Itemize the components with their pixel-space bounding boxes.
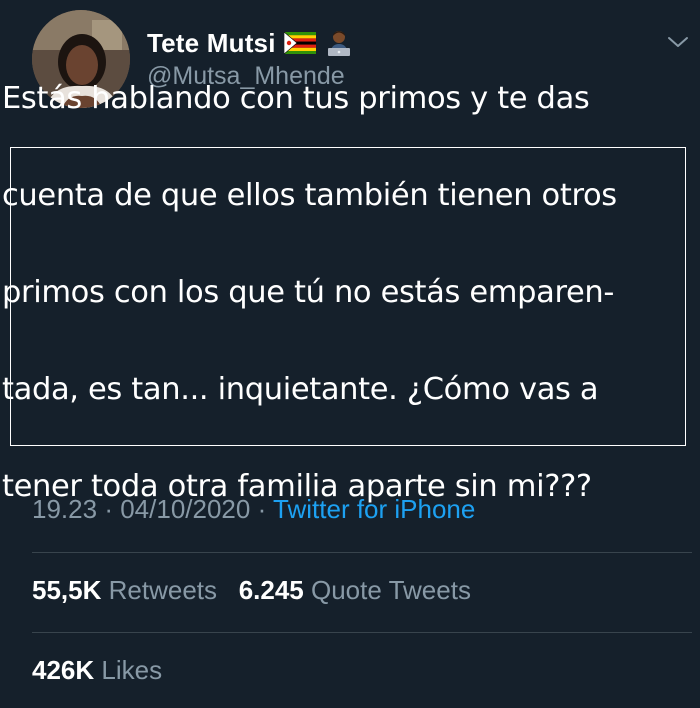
likes-count: 426K	[32, 655, 95, 685]
meta-separator: ·	[104, 494, 113, 524]
likes-label: Likes	[101, 655, 163, 685]
meta-separator: ·	[257, 494, 267, 524]
quote-tweets-count: 6.245	[238, 575, 304, 605]
engagement-stats: 55,5K Retweets 6.245 Quote Tweets	[32, 575, 471, 606]
retweets-count: 55,5K	[32, 575, 102, 605]
tweet-text: Estás hablando con tus primos y te das c…	[2, 26, 692, 560]
retweets-label: Retweets	[108, 575, 218, 605]
tweet-source-link[interactable]: Twitter for iPhone	[273, 494, 475, 524]
quote-tweets-stat[interactable]: 6.245 Quote Tweets	[239, 575, 471, 605]
tweet-text-line: tada, es tan... inquietante. ¿Cómo vas a	[2, 371, 599, 407]
tweet-time[interactable]: 19.23	[32, 494, 97, 524]
tweet-text-line: primos con los que tú no estás emparen-	[2, 274, 615, 310]
tweet-text-line: cuenta de que ellos también tienen otros	[2, 177, 617, 213]
likes-stat[interactable]: 426K Likes	[32, 655, 162, 685]
retweets-stat[interactable]: 55,5K Retweets	[32, 575, 217, 605]
tweet-text-line: Estás hablando con tus primos y te das	[2, 80, 590, 116]
divider	[32, 552, 692, 553]
tweet-meta: 19.23 · 04/10/2020 · Twitter for iPhone	[32, 494, 475, 525]
divider	[32, 632, 692, 633]
likes-stats: 426K Likes	[32, 655, 162, 686]
tweet-date[interactable]: 04/10/2020	[120, 494, 250, 524]
quote-tweets-label: Quote Tweets	[311, 575, 471, 605]
